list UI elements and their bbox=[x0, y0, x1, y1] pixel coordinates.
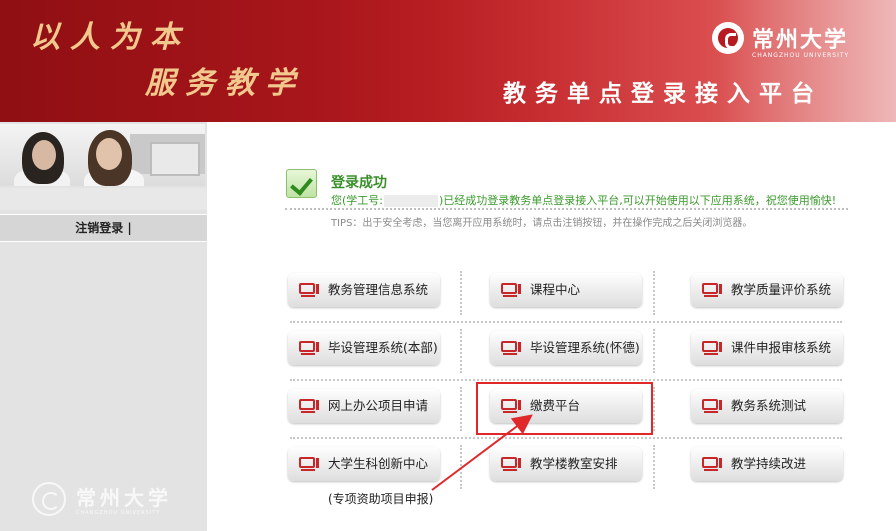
annotation-arrow-icon bbox=[431, 414, 533, 491]
annotation-note: (专项资助项目申报) bbox=[328, 492, 434, 506]
